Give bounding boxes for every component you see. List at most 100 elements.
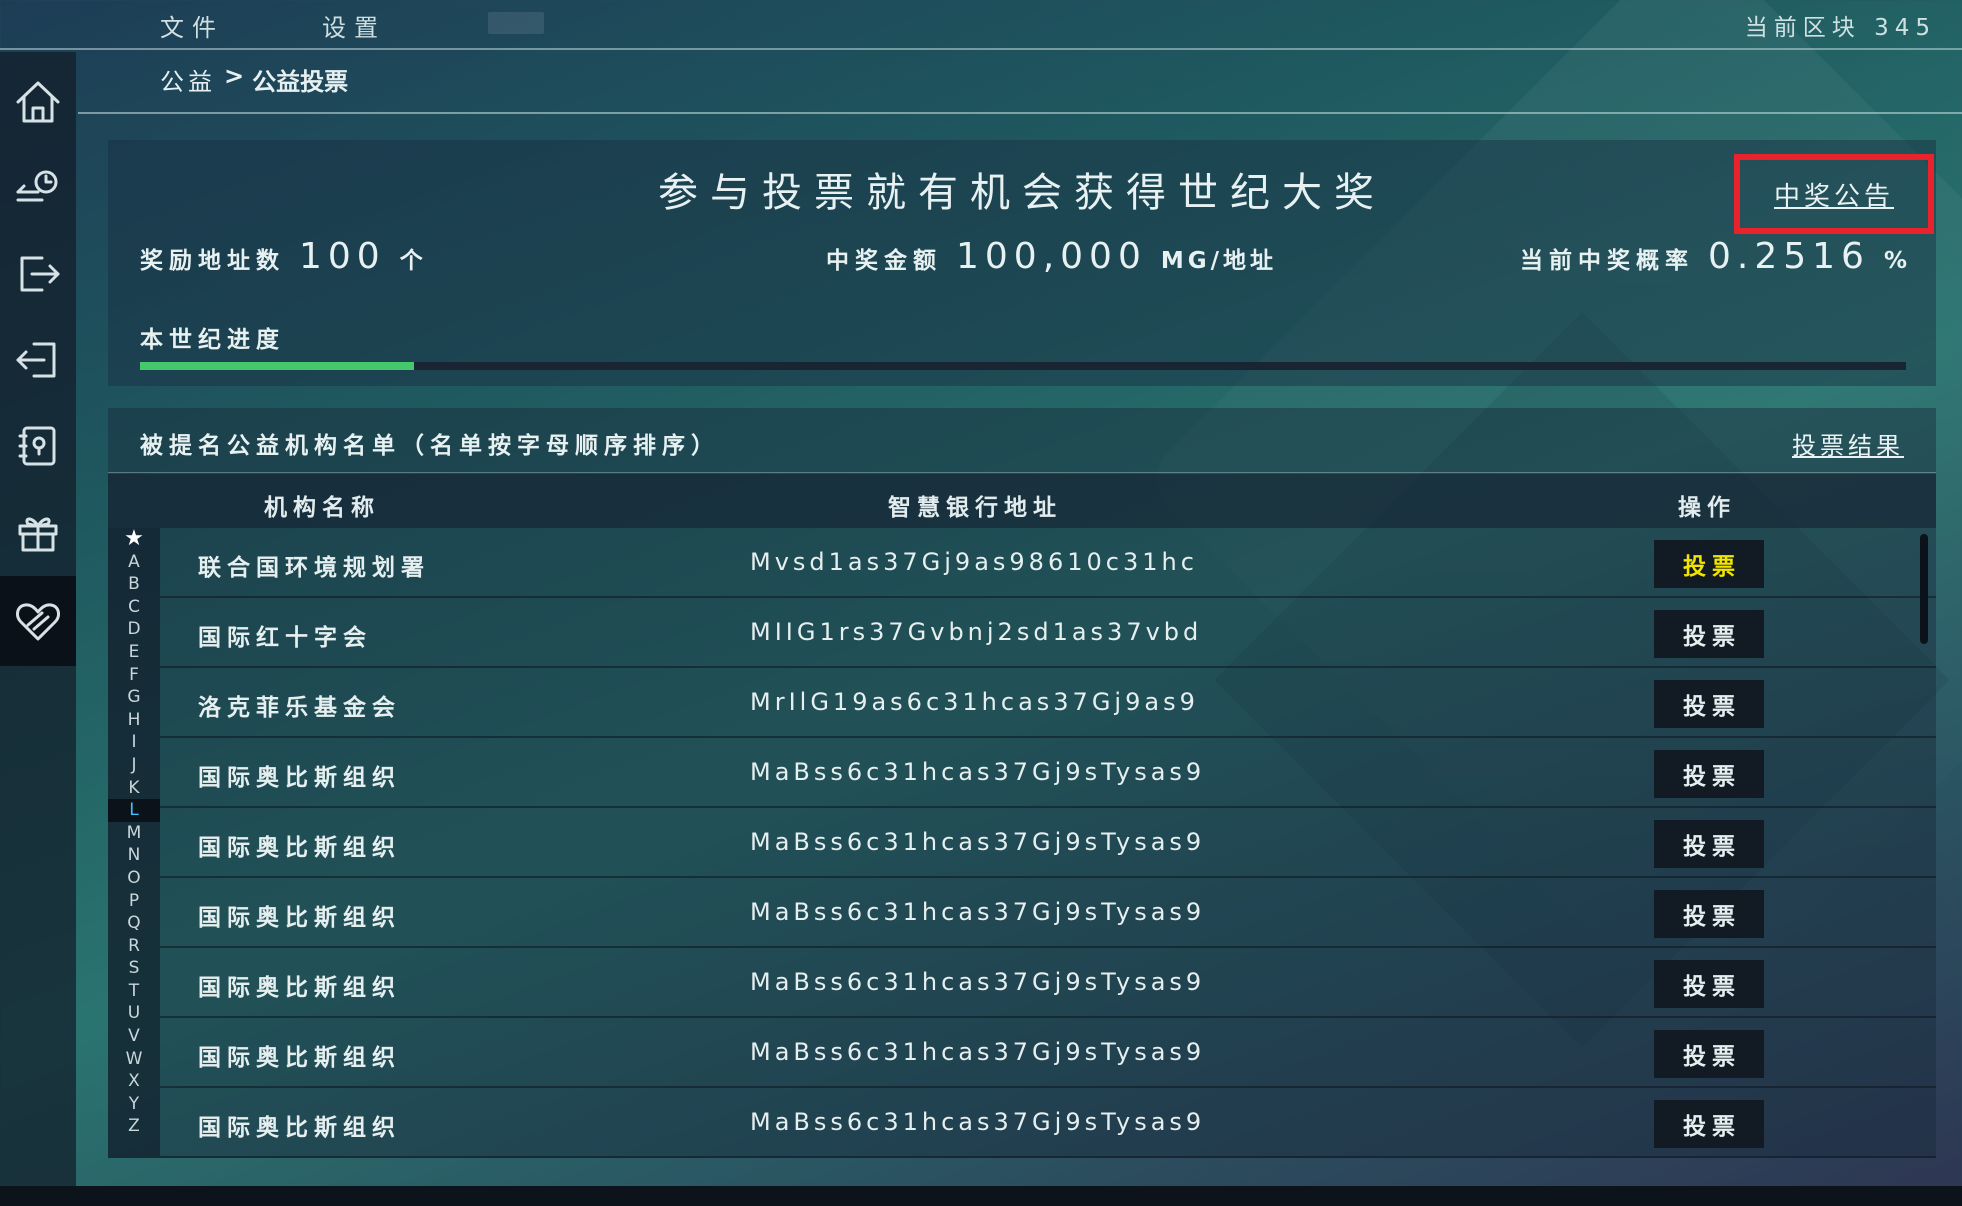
- org-bank-address: MaBss6c31hcas37Gj9sTysas9: [750, 1038, 1206, 1066]
- org-bank-address: MaBss6c31hcas37Gj9sTysas9: [750, 758, 1206, 786]
- alphabet-index-letter[interactable]: J: [108, 754, 160, 777]
- org-bank-address: MrIlG19as6c31hcas37Gj9as9: [750, 688, 1199, 716]
- sidebar: [0, 52, 76, 1186]
- reward-count-value: 100: [299, 236, 386, 277]
- prize-amount-stat: 中奖金额 100,000 MG/地址: [826, 236, 1277, 277]
- alphabet-index-letter[interactable]: P: [108, 890, 160, 913]
- alphabet-index-letter[interactable]: U: [108, 1002, 160, 1025]
- alphabet-index-letter[interactable]: D: [108, 618, 160, 641]
- menu-file[interactable]: 文件: [160, 8, 224, 43]
- table-row: 国际奥比斯组织 MaBss6c31hcas37Gj9sTysas9 投票: [160, 948, 1936, 1018]
- breadcrumb-current: 公益投票: [252, 68, 349, 96]
- vote-button[interactable]: 投票: [1654, 540, 1764, 588]
- win-rate-stat: 当前中奖概率 0.2516 %: [1520, 236, 1911, 277]
- column-header-address: 智慧银行地址: [888, 495, 1062, 521]
- alphabet-index-letter[interactable]: A: [108, 551, 160, 574]
- vote-button[interactable]: 投票: [1654, 610, 1764, 658]
- receive-in-icon: [16, 342, 56, 378]
- sidebar-item-charity[interactable]: [0, 576, 76, 666]
- prize-amount-label: 中奖金额: [826, 248, 942, 274]
- alphabet-index-letter[interactable]: M: [108, 822, 160, 845]
- alphabet-index-letter[interactable]: N: [108, 844, 160, 867]
- list-scrollbar[interactable]: [1920, 534, 1928, 644]
- vote-button[interactable]: 投票: [1654, 680, 1764, 728]
- alphabet-index-letter[interactable]: B: [108, 573, 160, 596]
- page-slogan: 参与投票就有机会获得世纪大奖: [658, 170, 1386, 216]
- breadcrumb-root[interactable]: 公益: [160, 62, 216, 97]
- vote-results-link[interactable]: 投票结果: [1792, 426, 1904, 461]
- vote-button[interactable]: 投票: [1654, 1030, 1764, 1078]
- alphabet-index-letter[interactable]: C: [108, 596, 160, 619]
- winning-announcement-link[interactable]: 中奖公告: [1774, 176, 1894, 213]
- sidebar-item-gifts[interactable]: [0, 490, 76, 574]
- table-row: 国际奥比斯组织 MaBss6c31hcas37Gj9sTysas9 投票: [160, 1088, 1936, 1158]
- reward-count-stat: 奖励地址数 100 个: [140, 236, 427, 277]
- org-name: 国际奥比斯组织: [198, 975, 401, 1001]
- alphabet-index-letter[interactable]: X: [108, 1070, 160, 1093]
- table-row: 国际奥比斯组织 MaBss6c31hcas37Gj9sTysas9 投票: [160, 878, 1936, 948]
- table-header: 机构名称 智慧银行地址 操作: [108, 474, 1936, 528]
- alphabet-index-letter[interactable]: F: [108, 664, 160, 687]
- alphabet-index-letter[interactable]: I: [108, 731, 160, 754]
- alphabet-index-letter[interactable]: W: [108, 1048, 160, 1071]
- alphabet-index-letter[interactable]: Z: [108, 1115, 160, 1138]
- org-name: 国际奥比斯组织: [198, 835, 401, 861]
- table-row: 国际奥比斯组织 MaBss6c31hcas37Gj9sTysas9 投票: [160, 738, 1936, 808]
- org-name: 国际奥比斯组织: [198, 765, 401, 791]
- gift-icon: [18, 517, 58, 552]
- column-header-action: 操作: [1678, 495, 1736, 521]
- sidebar-item-receive[interactable]: [0, 318, 76, 402]
- menu-bar: 文件 设置 当前区块 345: [0, 0, 1962, 50]
- prize-amount-unit: MG/地址: [1160, 248, 1278, 274]
- vote-button[interactable]: 投票: [1654, 820, 1764, 868]
- alphabet-index-letter[interactable]: S: [108, 957, 160, 980]
- org-bank-address: MaBss6c31hcas37Gj9sTysas9: [750, 898, 1206, 926]
- reward-count-unit: 个: [399, 248, 427, 274]
- alphabet-index-letter[interactable]: Q: [108, 912, 160, 935]
- bottom-strip: [0, 1186, 1962, 1206]
- table-row: 国际奥比斯组织 MaBss6c31hcas37Gj9sTysas9 投票: [160, 1018, 1936, 1088]
- alphabet-index-letter[interactable]: Y: [108, 1093, 160, 1116]
- list-divider: [108, 472, 1936, 473]
- alphabet-index-letter[interactable]: R: [108, 935, 160, 958]
- menu-settings[interactable]: 设置: [322, 8, 386, 43]
- sidebar-item-home[interactable]: [0, 60, 76, 144]
- alphabet-index-letter[interactable]: T: [108, 980, 160, 1003]
- charity-heart-icon: [16, 603, 60, 641]
- org-name: 国际奥比斯组织: [198, 1115, 401, 1141]
- alphabet-index-letter[interactable]: O: [108, 867, 160, 890]
- alphabet-index-favorites[interactable]: ★: [108, 527, 160, 551]
- win-rate-label: 当前中奖概率: [1520, 248, 1694, 274]
- vote-button[interactable]: 投票: [1654, 750, 1764, 798]
- org-table-body: 联合国环境规划署 Mvsd1as37Gj9as98610c31hc 投票 国际红十字会…: [160, 528, 1936, 1158]
- org-name: 洛克菲乐基金会: [198, 695, 401, 721]
- sidebar-item-send[interactable]: [0, 232, 76, 316]
- win-rate-unit: %: [1883, 248, 1912, 274]
- century-progress-fill: [140, 362, 414, 370]
- send-out-icon: [20, 256, 60, 292]
- org-name: 国际奥比斯组织: [198, 905, 401, 931]
- alphabet-index-letter[interactable]: V: [108, 1025, 160, 1048]
- alphabet-index-letter[interactable]: E: [108, 641, 160, 664]
- org-bank-address: MaBss6c31hcas37Gj9sTysas9: [750, 968, 1206, 996]
- table-row: 国际奥比斯组织 MaBss6c31hcas37Gj9sTysas9 投票: [160, 808, 1936, 878]
- win-rate-value: 0.2516: [1708, 236, 1870, 277]
- table-row: 国际红十字会 MIIG1rs37Gvbnj2sd1as37vbd 投票: [160, 598, 1936, 668]
- vote-button[interactable]: 投票: [1654, 1100, 1764, 1148]
- org-name: 联合国环境规划署: [198, 555, 430, 581]
- alphabet-index-letter[interactable]: L: [108, 799, 160, 822]
- transfer-history-icon: [16, 170, 58, 202]
- org-bank-address: Mvsd1as37Gj9as98610c31hc: [750, 548, 1198, 576]
- alphabet-index-letter[interactable]: K: [108, 777, 160, 800]
- address-book-icon: [18, 426, 56, 466]
- header-divider: [78, 112, 1962, 114]
- menu-placeholder: [488, 12, 544, 34]
- vote-button[interactable]: 投票: [1654, 960, 1764, 1008]
- sidebar-item-contacts[interactable]: [0, 404, 76, 488]
- vote-button[interactable]: 投票: [1654, 890, 1764, 938]
- lottery-info-panel: 参与投票就有机会获得世纪大奖 中奖公告 奖励地址数 100 个 中奖金额 100…: [108, 140, 1936, 386]
- alphabet-index-letter[interactable]: H: [108, 709, 160, 732]
- sidebar-item-history[interactable]: [0, 146, 76, 230]
- column-header-name: 机构名称: [264, 495, 380, 521]
- alphabet-index-letter[interactable]: G: [108, 686, 160, 709]
